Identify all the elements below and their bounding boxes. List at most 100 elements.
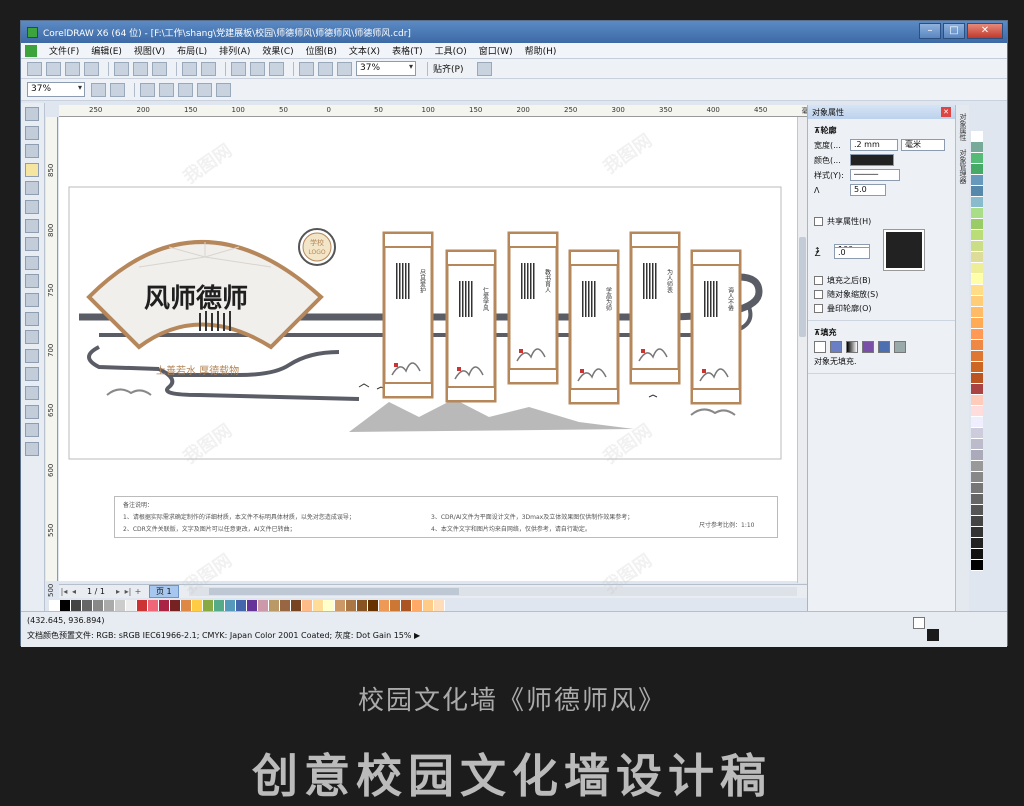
app-menu-icon[interactable]: [25, 44, 37, 57]
color-swatch[interactable]: [93, 599, 104, 611]
color-swatch[interactable]: [357, 599, 368, 611]
menu-arrange[interactable]: 排列(A): [213, 44, 256, 57]
dimension-tool-icon[interactable]: [25, 330, 39, 345]
menu-view[interactable]: 视图(V): [128, 44, 171, 57]
color-swatch[interactable]: [971, 230, 983, 241]
color-swatch[interactable]: [225, 599, 236, 611]
close-button[interactable]: ✕: [967, 23, 1003, 39]
color-swatch[interactable]: [49, 599, 60, 611]
color-swatch[interactable]: [236, 599, 247, 611]
menu-edit[interactable]: 编辑(E): [85, 44, 128, 57]
color-swatch[interactable]: [971, 252, 983, 263]
color-swatch[interactable]: [971, 538, 983, 549]
color-swatch[interactable]: [148, 599, 159, 611]
color-swatch[interactable]: [971, 560, 983, 571]
no-fill-icon[interactable]: [814, 341, 826, 353]
postscript-fill-icon[interactable]: [894, 341, 906, 353]
menu-layout[interactable]: 布局(L): [171, 44, 213, 57]
menu-text[interactable]: 文本(X): [343, 44, 386, 57]
color-swatch[interactable]: [971, 175, 983, 186]
outline-color-swatch[interactable]: [850, 154, 894, 166]
uniform-fill-icon[interactable]: [830, 341, 842, 353]
color-swatch[interactable]: [971, 340, 983, 351]
menu-file[interactable]: 文件(F): [43, 44, 85, 57]
zoom-in-icon[interactable]: [91, 82, 106, 97]
color-swatch[interactable]: [971, 219, 983, 230]
next-page-button[interactable]: ▸: [113, 587, 123, 596]
menu-bitmaps[interactable]: 位图(B): [300, 44, 343, 57]
paste-icon[interactable]: [152, 61, 167, 76]
color-swatch[interactable]: [971, 439, 983, 450]
miter-limit-field[interactable]: 5.0: [850, 184, 886, 196]
overprint-checkbox[interactable]: [814, 304, 823, 313]
color-swatch[interactable]: [104, 599, 115, 611]
options-icon[interactable]: [477, 61, 493, 76]
shared-attributes-checkbox[interactable]: [814, 217, 823, 226]
color-swatch[interactable]: [971, 549, 983, 560]
zoom-width-icon[interactable]: [197, 82, 212, 97]
text-tool-icon[interactable]: [25, 292, 39, 307]
interactive-fill-icon[interactable]: [25, 441, 39, 456]
color-swatch[interactable]: [346, 599, 357, 611]
freehand-tool-icon[interactable]: [25, 181, 39, 196]
color-swatch[interactable]: [971, 164, 983, 175]
color-swatch[interactable]: [971, 296, 983, 307]
color-swatch[interactable]: [401, 599, 412, 611]
color-swatch[interactable]: [971, 307, 983, 318]
first-page-button[interactable]: |◂: [59, 587, 69, 596]
maximize-button[interactable]: □: [943, 23, 965, 39]
color-swatch[interactable]: [971, 417, 983, 428]
color-swatch[interactable]: [971, 450, 983, 461]
color-swatch[interactable]: [971, 208, 983, 219]
unit-select[interactable]: 毫米: [901, 139, 945, 151]
zoom-out-icon[interactable]: [110, 82, 125, 97]
color-swatch[interactable]: [971, 153, 983, 164]
zoom-level-combo[interactable]: 37%: [356, 61, 416, 76]
menu-window[interactable]: 窗口(W): [473, 44, 519, 57]
zoom-level-select[interactable]: 37%: [27, 82, 85, 97]
color-swatch[interactable]: [971, 483, 983, 494]
color-swatch[interactable]: [368, 599, 379, 611]
zoom-page-icon[interactable]: [178, 82, 193, 97]
color-swatch[interactable]: [313, 599, 324, 611]
fill-tool-icon[interactable]: [25, 423, 39, 438]
docker-close-icon[interactable]: ✕: [941, 107, 951, 117]
basic-shapes-icon[interactable]: [25, 274, 39, 289]
color-swatch[interactable]: [60, 599, 71, 611]
color-swatch[interactable]: [971, 351, 983, 362]
color-swatch[interactable]: [971, 142, 983, 153]
fountain-fill-icon[interactable]: [846, 341, 858, 353]
color-swatch[interactable]: [971, 472, 983, 483]
color-swatch[interactable]: [971, 263, 983, 274]
publish-pdf-icon[interactable]: [299, 61, 314, 76]
tab-object-manager[interactable]: 对象管理器: [958, 149, 968, 184]
save-icon[interactable]: [65, 61, 80, 76]
undo-icon[interactable]: [182, 61, 197, 76]
color-swatch[interactable]: [971, 527, 983, 538]
color-swatch[interactable]: [258, 599, 269, 611]
color-swatch[interactable]: [280, 599, 291, 611]
color-swatch[interactable]: [971, 505, 983, 516]
page-tab-1[interactable]: 页 1: [148, 585, 179, 598]
pattern-fill-icon[interactable]: [862, 341, 874, 353]
color-swatch[interactable]: [971, 186, 983, 197]
cut-icon[interactable]: [114, 61, 129, 76]
color-swatch[interactable]: [302, 599, 313, 611]
connector-tool-icon[interactable]: [25, 348, 39, 363]
color-swatch[interactable]: [971, 131, 983, 142]
smart-fill-icon[interactable]: [25, 199, 39, 214]
horizontal-scrollbar[interactable]: [188, 587, 797, 596]
color-swatch[interactable]: [423, 599, 434, 611]
outline-style-select[interactable]: ─────: [850, 169, 900, 181]
ellipse-tool-icon[interactable]: [25, 237, 39, 252]
color-swatch[interactable]: [971, 274, 983, 285]
color-swatch[interactable]: [390, 599, 401, 611]
color-swatch[interactable]: [971, 318, 983, 329]
eyedropper-icon[interactable]: [25, 385, 39, 400]
new-icon[interactable]: [27, 61, 42, 76]
welcome-icon[interactable]: [337, 61, 352, 76]
scale-with-object-checkbox[interactable]: [814, 290, 823, 299]
vertical-scrollbar[interactable]: [797, 117, 807, 583]
color-swatch[interactable]: [379, 599, 390, 611]
export-icon[interactable]: [269, 61, 284, 76]
